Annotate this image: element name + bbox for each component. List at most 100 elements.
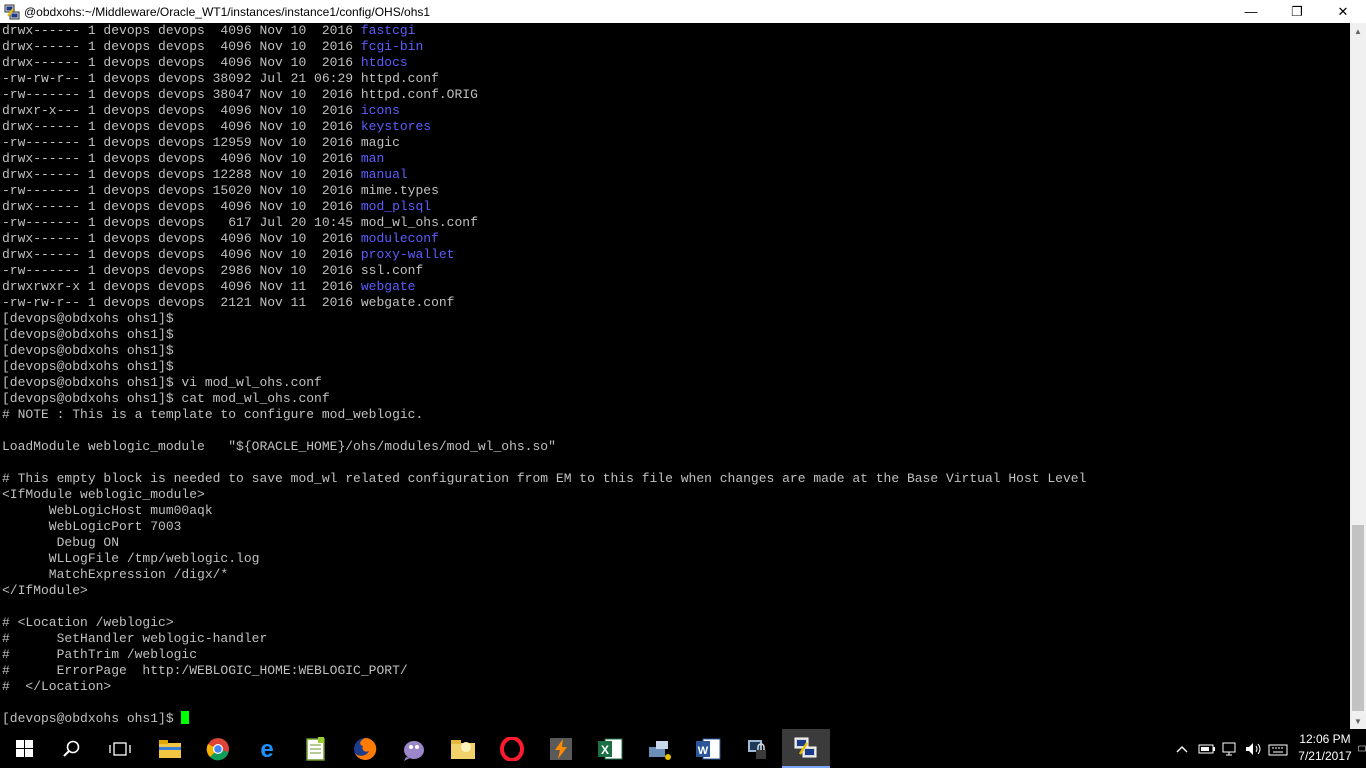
terminal-line-text: LoadModule weblogic_module "${ORACLE_HOM…: [2, 439, 556, 454]
task-view-button[interactable]: [96, 729, 144, 768]
terminal-line: -rw------- 1 devops devops 12959 Nov 10 …: [2, 135, 1350, 151]
close-icon: ✕: [1337, 3, 1349, 19]
vertical-scrollbar[interactable]: ▲ ▼: [1350, 23, 1366, 729]
terminal-line: drwx------ 1 devops devops 12288 Nov 10 …: [2, 167, 1350, 183]
terminal-line-text: WebLogicPort 7003: [2, 519, 182, 534]
flash-app-icon: [550, 737, 572, 760]
putty-icon[interactable]: [4, 4, 20, 20]
terminal-line: WLLogFile /tmp/weblogic.log: [2, 551, 1350, 567]
terminal-line: # ErrorPage http:/WEBLOGIC_HOME:WEBLOGIC…: [2, 663, 1350, 679]
terminal-line: WebLogicHost mum00aqk: [2, 503, 1350, 519]
notepad-plus-plus-icon: [306, 736, 325, 761]
terminal-line: [devops@obdxohs ohs1]$ vi mod_wl_ohs.con…: [2, 375, 1350, 391]
edge-icon: e: [260, 737, 273, 761]
window-title-bar[interactable]: @obdxohs:~/Middleware/Oracle_WT1/instanc…: [0, 0, 1366, 23]
terminal-line-text: -rw-rw-r-- 1 devops devops 2121 Nov 11 2…: [2, 295, 361, 310]
tray-network[interactable]: [1221, 729, 1241, 768]
terminal-line-text: -rw------- 1 devops devops 617 Jul 20 10…: [2, 215, 361, 230]
scroll-up-arrow-icon[interactable]: ▲: [1350, 23, 1366, 39]
terminal-line: [devops@obdxohs ohs1]$: [2, 359, 1350, 375]
network-icon: [1222, 742, 1236, 755]
windows-start-icon: [15, 740, 33, 757]
tray-battery[interactable]: [1197, 729, 1217, 768]
search-button[interactable]: [48, 729, 96, 768]
terminal-line: # </Location>: [2, 679, 1350, 695]
directory-name: man: [360, 151, 385, 166]
terminal-line-text: <IfModule weblogic_module>: [2, 487, 205, 502]
terminal-line: drwx------ 1 devops devops 4096 Nov 10 2…: [2, 231, 1350, 247]
scroll-down-arrow-icon[interactable]: ▼: [1350, 713, 1366, 729]
clock-time: 12:06 PM: [1299, 732, 1351, 746]
directory-name: fastcgi: [360, 23, 416, 38]
taskbar-folder-app[interactable]: [439, 729, 487, 768]
taskbar-chrome[interactable]: [194, 729, 242, 768]
taskbar-edge[interactable]: e: [243, 729, 291, 768]
terminal-line-text: drwx------ 1 devops devops 4096 Nov 10 2…: [2, 23, 361, 38]
terminal-line-text: # SetHandler weblogic-handler: [2, 631, 268, 646]
terminal-line: # PathTrim /weblogic: [2, 647, 1350, 663]
taskbar-network-tool[interactable]: [635, 729, 683, 768]
file-name: mod_wl_ohs.conf: [360, 215, 478, 230]
scrollbar-thumb[interactable]: [1352, 525, 1364, 711]
taskbar-pidgin[interactable]: [390, 729, 438, 768]
notification-icon: [1358, 745, 1366, 751]
tray-overflow-button[interactable]: [1174, 729, 1190, 768]
terminal-line-text: drwx------ 1 devops devops 4096 Nov 10 2…: [2, 151, 361, 166]
tray-volume[interactable]: [1244, 729, 1264, 768]
terminal-line-text: drwx------ 1 devops devops 4096 Nov 10 2…: [2, 199, 361, 214]
terminal-line: -rw------- 1 devops devops 2986 Nov 10 2…: [2, 263, 1350, 279]
directory-name: webgate: [360, 279, 416, 294]
terminal-line: drwx------ 1 devops devops 4096 Nov 10 2…: [2, 199, 1350, 215]
maximize-button[interactable]: ❐: [1274, 0, 1320, 23]
terminal-line-text: </IfModule>: [2, 583, 88, 598]
firefox-icon: [354, 737, 377, 760]
taskbar-notepad-plus-plus[interactable]: [292, 729, 340, 768]
taskbar-putty[interactable]: [782, 729, 830, 768]
terminal-cursor: [181, 711, 190, 724]
terminal-output[interactable]: drwx------ 1 devops devops 4096 Nov 10 2…: [0, 23, 1350, 729]
terminal-line: [devops@obdxohs ohs1]$ cat mod_wl_ohs.co…: [2, 391, 1350, 407]
windows-start-button[interactable]: [0, 729, 48, 768]
terminal-line-text: # ErrorPage http:/WEBLOGIC_HOME:WEBLOGIC…: [2, 663, 408, 678]
restore-icon: ❐: [1291, 3, 1303, 19]
terminal-line: # NOTE : This is a template to configure…: [2, 407, 1350, 423]
chevron-up-icon: [1176, 745, 1188, 752]
terminal-line-text: WLLogFile /tmp/weblogic.log: [2, 551, 260, 566]
opera-icon: [500, 736, 524, 761]
taskbar-excel[interactable]: X: [586, 729, 634, 768]
network-tool-icon: [649, 740, 671, 760]
terminal-line-text: -rw------- 1 devops devops 2986 Nov 10 2…: [2, 263, 361, 278]
close-button[interactable]: ✕: [1320, 0, 1366, 23]
terminal-line-text: WebLogicHost mum00aqk: [2, 503, 213, 518]
terminal-line: drwx------ 1 devops devops 4096 Nov 10 2…: [2, 55, 1350, 71]
directory-name: htdocs: [360, 55, 408, 70]
tray-keyboard[interactable]: [1267, 729, 1289, 768]
terminal-line: drwx------ 1 devops devops 4096 Nov 10 2…: [2, 23, 1350, 39]
pidgin-icon: [404, 740, 424, 761]
terminal-line: </IfModule>: [2, 583, 1350, 599]
terminal-line-text: # PathTrim /weblogic: [2, 647, 198, 662]
task-view-icon: [109, 741, 131, 756]
minimize-button[interactable]: —: [1228, 0, 1274, 23]
taskbar-secure-app[interactable]: [733, 729, 781, 768]
battery-icon: [1198, 744, 1215, 753]
directory-name: proxy-wallet: [360, 247, 455, 262]
file-name: mime.types: [360, 183, 439, 198]
taskbar-opera[interactable]: [488, 729, 536, 768]
directory-name: moduleconf: [360, 231, 439, 246]
terminal-line: Debug ON: [2, 535, 1350, 551]
terminal-line: # This empty block is needed to save mod…: [2, 471, 1350, 487]
taskbar-word[interactable]: W: [684, 729, 732, 768]
terminal-line: -rw-rw-r-- 1 devops devops 2121 Nov 11 2…: [2, 295, 1350, 311]
terminal-line: [devops@obdxohs ohs1]$: [2, 711, 1350, 727]
taskbar-flash-app[interactable]: [537, 729, 585, 768]
terminal-line-text: -rw------- 1 devops devops 15020 Nov 10 …: [2, 183, 361, 198]
terminal-line-text: [devops@obdxohs ohs1]$: [2, 343, 174, 358]
notification-center-button[interactable]: [1358, 729, 1366, 768]
taskbar-file-explorer[interactable]: [146, 729, 194, 768]
svg-text:X: X: [601, 743, 609, 757]
taskbar-clock[interactable]: 12:06 PM 7/21/2017: [1294, 731, 1356, 765]
taskbar-firefox[interactable]: [341, 729, 389, 768]
